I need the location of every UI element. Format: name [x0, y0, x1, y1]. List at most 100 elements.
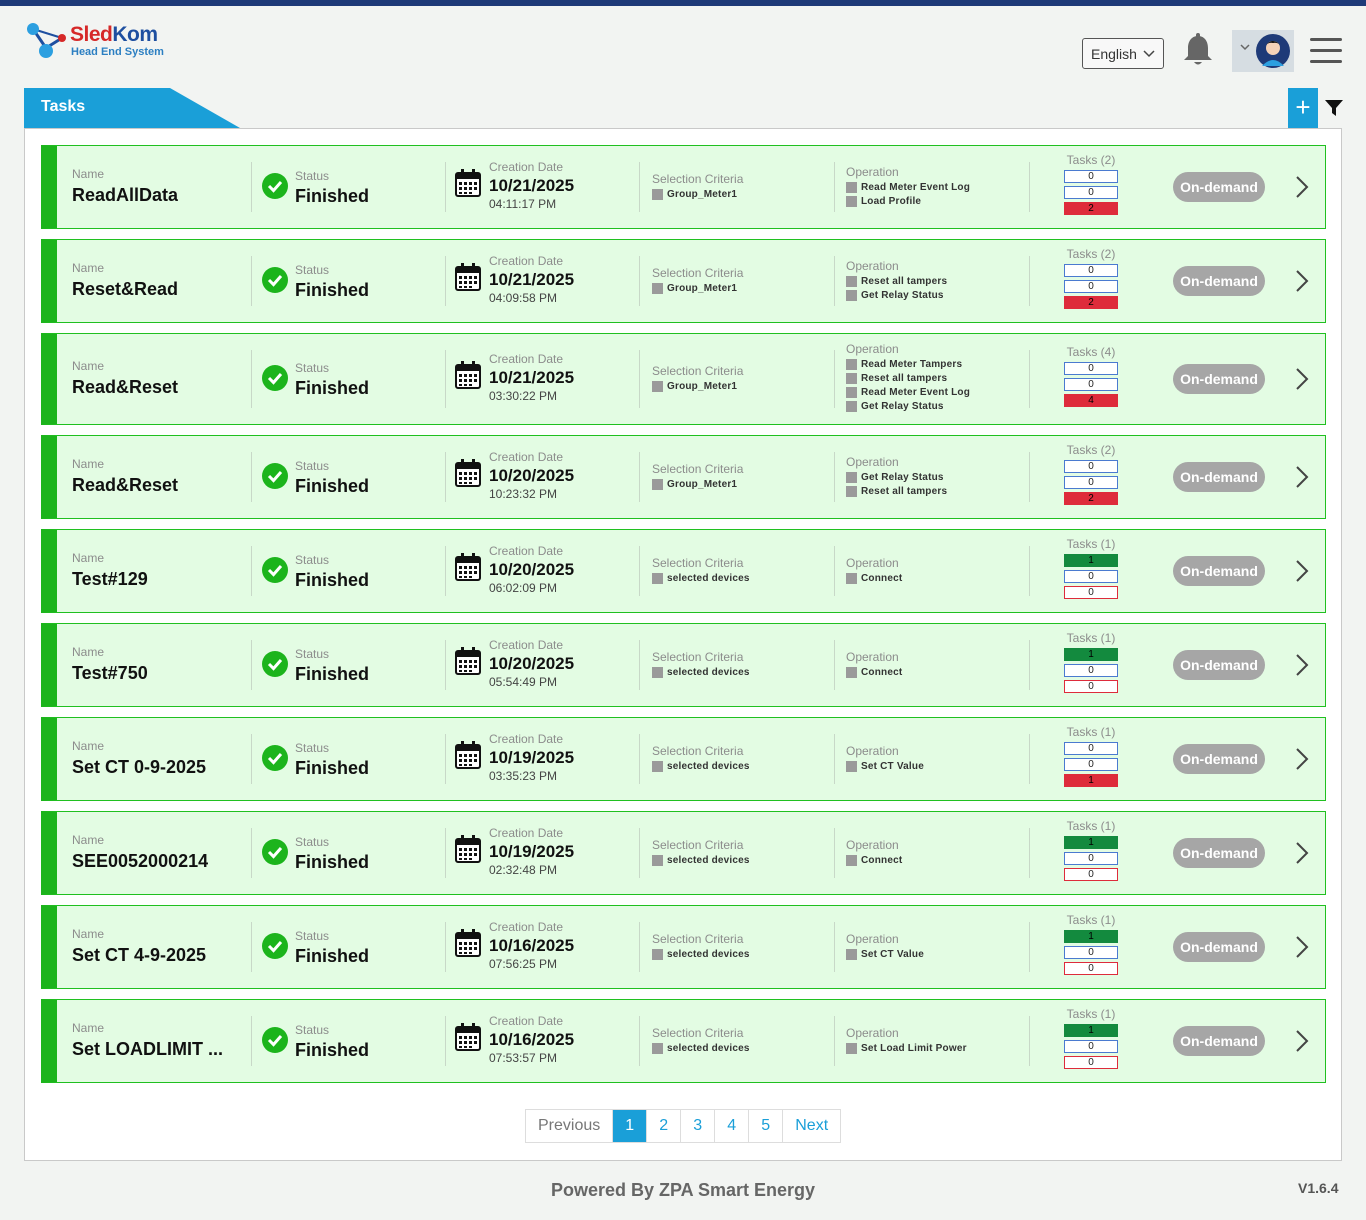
app-logo[interactable]: SledKom Head End System	[26, 22, 176, 66]
task-counts-cell: Tasks (4) 0 0 4	[1064, 345, 1118, 407]
task-card[interactable]: Name SEE0052000214 Status Finished Creation …	[41, 811, 1326, 895]
logo-subtitle: Head End System	[71, 46, 164, 58]
chevron-right-icon[interactable]	[1294, 175, 1310, 199]
task-counts-cell: Tasks (1) 0 0 1	[1064, 725, 1118, 787]
completed-count-badge: 1	[1064, 1024, 1118, 1037]
status-text-group: Status Finished	[295, 263, 369, 301]
tasks-count-label: Tasks (4)	[1066, 345, 1116, 359]
square-icon	[846, 275, 857, 287]
pending-count-badge: 0	[1064, 1040, 1118, 1053]
selection-criteria-value: selected devices	[667, 855, 750, 866]
status-label: Status	[295, 835, 330, 849]
page-3-button[interactable]: 3	[681, 1110, 716, 1142]
status-value: Finished	[295, 570, 370, 590]
task-card[interactable]: Name Set CT 0-9-2025 Status Finished Creatio…	[41, 717, 1326, 801]
operation-cell: Operation Set Load Limit Power	[846, 1026, 967, 1054]
operation-value: Get Relay Status	[861, 471, 944, 483]
selection-criteria-cell: Selection Criteria selected devices	[652, 744, 750, 772]
check-circle-icon	[262, 267, 288, 293]
chevron-right-icon[interactable]	[1294, 367, 1310, 391]
tab-tasks[interactable]: Tasks	[41, 98, 85, 116]
square-icon	[652, 761, 663, 772]
task-card[interactable]: Name Read&Reset Status Finished Creation Dat…	[41, 333, 1326, 425]
column-divider	[834, 162, 835, 212]
operation-item: Reset all tampers	[846, 372, 970, 384]
status-value: Finished	[295, 280, 370, 300]
task-card[interactable]: Name Reset&Read Status Finished Creation Dat…	[41, 239, 1326, 323]
selection-criteria-cell: Selection Criteria selected devices	[652, 1026, 750, 1054]
page-2-button[interactable]: 2	[647, 1110, 682, 1142]
square-icon	[846, 372, 857, 384]
chevron-right-icon[interactable]	[1294, 1029, 1310, 1053]
operation-item: Connect	[846, 573, 902, 584]
selection-criteria-label: Selection Criteria	[652, 462, 744, 476]
language-select[interactable]: English	[1082, 38, 1164, 69]
column-divider	[1029, 256, 1030, 306]
status-label: Status	[295, 1023, 330, 1037]
chevron-right-icon[interactable]	[1294, 935, 1310, 959]
operation-value: Connect	[861, 667, 903, 678]
task-card[interactable]: Name Read&Reset Status Finished Creation Dat…	[41, 435, 1326, 519]
column-divider	[445, 546, 446, 596]
pending-count-badge: 0	[1064, 476, 1118, 489]
column-divider	[1029, 922, 1030, 972]
tasks-count-label: Tasks (1)	[1066, 913, 1116, 927]
creation-date-value: 10/20/2025	[489, 654, 575, 673]
operation-value: Get Relay Status	[861, 400, 944, 412]
operation-value: Reset all tampers	[861, 372, 948, 384]
task-counts-cell: Tasks (1) 1 0 0	[1064, 913, 1118, 975]
calendar-icon	[455, 361, 481, 389]
task-counts-cell: Tasks (1) 1 0 0	[1064, 819, 1118, 881]
user-menu[interactable]	[1232, 30, 1294, 72]
notification-bell-icon[interactable]	[1180, 32, 1216, 68]
next-page-button[interactable]: Next	[783, 1110, 840, 1142]
calendar-icon	[455, 263, 481, 291]
selection-criteria-cell: Selection Criteria selected devices	[652, 556, 750, 584]
chevron-right-icon[interactable]	[1294, 559, 1310, 583]
column-divider	[445, 350, 446, 408]
chevron-right-icon[interactable]	[1294, 841, 1310, 865]
page-4-button[interactable]: 4	[715, 1110, 750, 1142]
hamburger-menu-icon[interactable]	[1310, 38, 1342, 64]
previous-page-button[interactable]: Previous	[526, 1110, 614, 1142]
task-name: Read&Reset	[72, 377, 179, 397]
creation-date-label: Creation Date	[489, 826, 564, 840]
calendar-icon	[455, 459, 481, 487]
task-card[interactable]: Name Test#129 Status Finished Creation Date 1…	[41, 529, 1326, 613]
chevron-right-icon[interactable]	[1294, 747, 1310, 771]
square-icon	[846, 181, 857, 193]
filter-icon[interactable]	[1324, 98, 1344, 118]
operation-value: Read Meter Event Log	[861, 181, 971, 193]
task-card[interactable]: Name ReadAllData Status Finished Creation Da…	[41, 145, 1326, 229]
name-label: Name	[72, 551, 105, 565]
calendar-icon	[455, 835, 481, 863]
chevron-right-icon[interactable]	[1294, 653, 1310, 677]
selection-criteria-value: selected devices	[667, 1043, 750, 1054]
task-card[interactable]: Name Test#750 Status Finished Creation Date 1…	[41, 623, 1326, 707]
operation-label: Operation	[846, 341, 899, 356]
page-1-button[interactable]: 1	[613, 1110, 648, 1142]
column-divider	[639, 640, 640, 690]
status-text-group: Status Finished	[295, 169, 369, 207]
failed-count-badge: 2	[1064, 202, 1118, 215]
check-circle-icon	[262, 557, 288, 583]
operation-label: Operation	[846, 454, 899, 469]
selection-criteria-label: Selection Criteria	[652, 744, 744, 758]
date-text-group: Creation Date 10/16/2025 07:53:57 PM	[489, 1014, 574, 1065]
square-icon	[652, 855, 663, 866]
check-circle-icon	[262, 463, 288, 489]
task-card[interactable]: Name Set CT 4-9-2025 Status Finished Creatio…	[41, 905, 1326, 989]
chevron-right-icon[interactable]	[1294, 269, 1310, 293]
tasks-count-label: Tasks (2)	[1066, 153, 1116, 167]
completed-count-badge: 0	[1064, 460, 1118, 473]
status-text-group: Status Finished	[295, 553, 369, 591]
failed-count-badge: 0	[1064, 962, 1118, 975]
language-value: English	[1091, 45, 1137, 62]
add-task-button[interactable]: +	[1288, 88, 1318, 128]
chevron-right-icon[interactable]	[1294, 465, 1310, 489]
page-5-button[interactable]: 5	[749, 1110, 784, 1142]
failed-count-badge: 0	[1064, 586, 1118, 599]
task-card[interactable]: Name Set LOADLIMIT ... Status Finished Creat…	[41, 999, 1326, 1083]
creation-date-label: Creation Date	[489, 352, 564, 366]
creation-time-value: 07:53:57 PM	[489, 1051, 558, 1065]
